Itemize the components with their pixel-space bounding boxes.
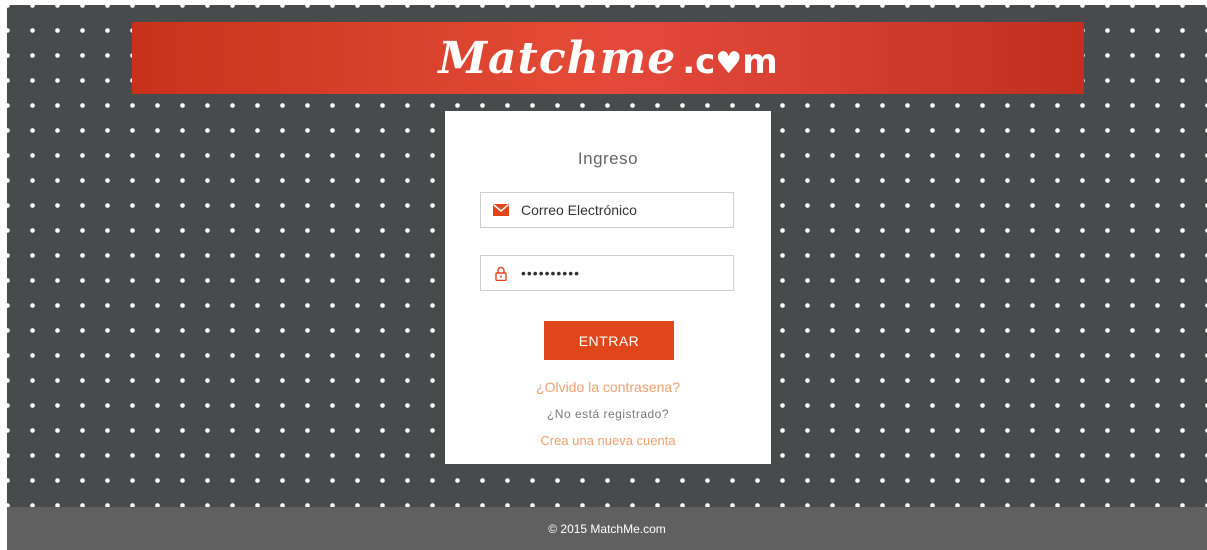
password-masked-value: ••••••••••: [521, 265, 581, 281]
login-card: Ingreso Correo Electrónico •••••••••• EN…: [445, 111, 771, 464]
password-field[interactable]: ••••••••••: [480, 255, 734, 291]
lock-icon: [481, 266, 521, 281]
logo-dot-c: .c: [682, 41, 716, 82]
submit-button[interactable]: ENTRAR: [544, 321, 674, 360]
heart-icon: ♥: [715, 45, 743, 81]
logo-domain-text: .c♥m: [682, 42, 777, 82]
forgot-password-link[interactable]: ¿Olvido la contrasena?: [445, 379, 771, 395]
create-account-link[interactable]: Crea una nueva cuenta: [445, 433, 771, 448]
copyright-text: © 2015 MatchMe.com: [548, 521, 666, 536]
logo-m: m: [742, 41, 778, 82]
email-value: Correo Electrónico: [521, 202, 637, 218]
logo-script-text: Matchme: [438, 32, 677, 84]
site-logo[interactable]: Matchme .c♥m: [438, 33, 777, 84]
email-field[interactable]: Correo Electrónico: [480, 192, 734, 228]
login-title: Ingreso: [577, 149, 639, 168]
footer-bar: © 2015 MatchMe.com: [7, 507, 1207, 550]
header-banner: Matchme .c♥m: [132, 22, 1084, 94]
not-registered-text: ¿No está registrado?: [546, 407, 670, 421]
envelope-icon: [481, 204, 521, 216]
